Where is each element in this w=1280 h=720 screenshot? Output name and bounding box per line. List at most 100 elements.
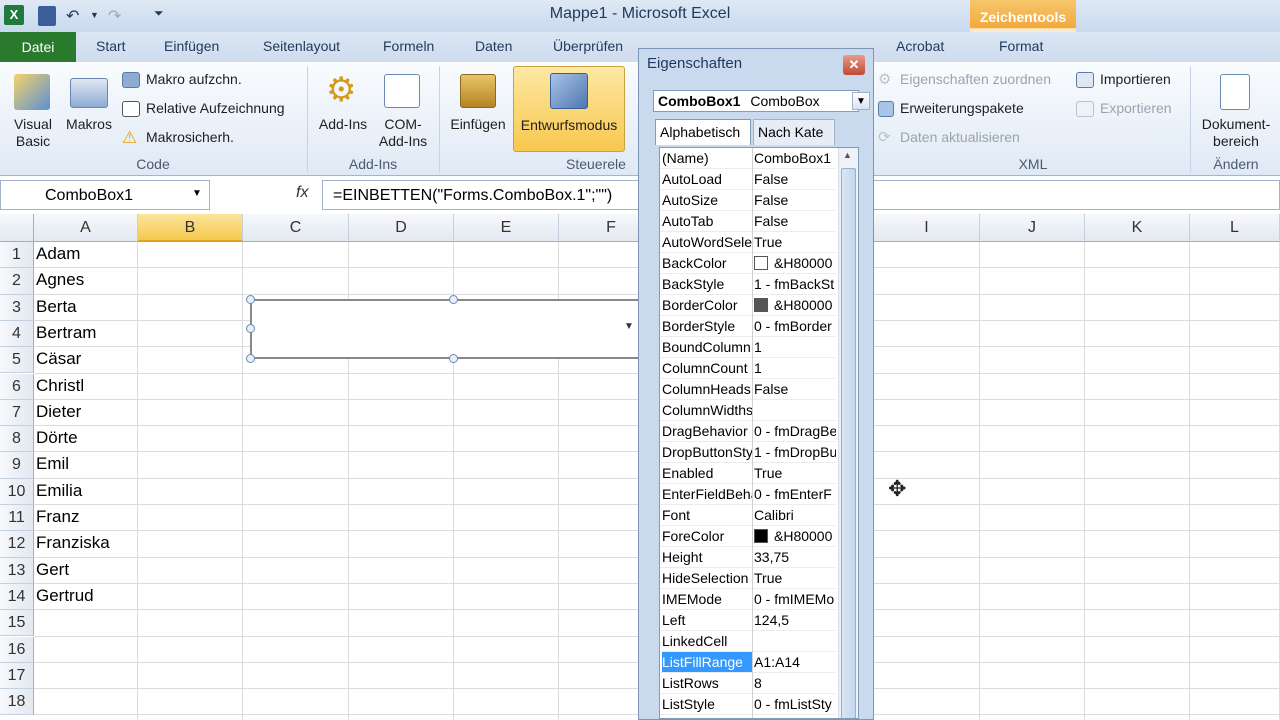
- property-value-cell[interactable]: 0 - fmBorder: [754, 316, 836, 336]
- design-mode-button[interactable]: Entwurfsmodus: [513, 66, 625, 152]
- select-all-corner[interactable]: [0, 214, 34, 242]
- property-row[interactable]: ListFillRange A1:A14: [660, 652, 836, 673]
- row-header-13[interactable]: 13: [0, 557, 34, 584]
- column-header-d[interactable]: D: [349, 214, 454, 242]
- tab-data[interactable]: Daten: [475, 38, 512, 54]
- cell-a6[interactable]: Christl: [36, 373, 84, 399]
- property-row[interactable]: HideSelection True: [660, 568, 836, 589]
- row-header-16[interactable]: 16: [0, 636, 34, 663]
- tab-formulas[interactable]: Formeln: [383, 38, 434, 54]
- property-value-cell[interactable]: Calibri: [754, 505, 836, 525]
- com-addins-button[interactable]: COM-Add-Ins: [374, 70, 432, 154]
- combobox-dropdown-icon[interactable]: ▼: [624, 321, 634, 332]
- property-row[interactable]: AutoLoad False: [660, 169, 836, 190]
- property-row[interactable]: EnterFieldBeha 0 - fmEnterF: [660, 484, 836, 505]
- row-header-5[interactable]: 5: [0, 347, 34, 374]
- row-header-4[interactable]: 4: [0, 320, 34, 348]
- property-value-cell[interactable]: &H80000: [754, 253, 836, 273]
- record-macro-button[interactable]: Makro aufzchn.: [122, 70, 302, 92]
- cell-a9[interactable]: Emil: [36, 451, 69, 477]
- property-value-cell[interactable]: True: [754, 463, 836, 483]
- chevron-down-icon[interactable]: ▼: [852, 92, 870, 110]
- tab-insert[interactable]: Einfügen: [164, 38, 219, 54]
- properties-scrollbar[interactable]: ▲: [838, 148, 858, 718]
- property-value-cell[interactable]: 33,75: [754, 547, 836, 567]
- row-header-3[interactable]: 3: [0, 294, 34, 321]
- resize-handle[interactable]: [449, 295, 458, 304]
- tab-page-layout[interactable]: Seitenlayout: [263, 38, 340, 54]
- column-header-e[interactable]: E: [454, 214, 559, 242]
- row-header-10[interactable]: 10: [0, 478, 34, 505]
- property-row[interactable]: DragBehavior 0 - fmDragBe: [660, 421, 836, 442]
- property-row[interactable]: ColumnHeads False: [660, 379, 836, 400]
- property-row[interactable]: AutoWordSele True: [660, 232, 836, 253]
- row-header-7[interactable]: 7: [0, 399, 34, 427]
- property-row[interactable]: BackStyle 1 - fmBackSt: [660, 274, 836, 295]
- row-header-8[interactable]: 8: [0, 426, 34, 453]
- property-row[interactable]: AutoSize False: [660, 190, 836, 211]
- property-value-cell[interactable]: 8: [754, 673, 836, 693]
- property-row[interactable]: ColumnCount 1: [660, 358, 836, 379]
- tab-start[interactable]: Start: [96, 38, 126, 54]
- row-header-12[interactable]: 12: [0, 531, 34, 558]
- properties-window[interactable]: Eigenschaften ✕ ComboBox1 ComboBox ▼ Alp…: [638, 48, 874, 720]
- tab-categorized[interactable]: Nach Kate: [753, 119, 835, 145]
- column-header-b[interactable]: B: [138, 214, 243, 242]
- tab-format[interactable]: Format: [999, 38, 1043, 54]
- addins-button[interactable]: ⚙ Add-Ins: [314, 70, 372, 140]
- property-row[interactable]: BackColor &H80000: [660, 253, 836, 274]
- property-value-cell[interactable]: &H80000: [754, 526, 836, 546]
- cell-a2[interactable]: Agnes: [36, 267, 84, 293]
- cell-a13[interactable]: Gert: [36, 557, 69, 583]
- macro-security-button[interactable]: ⚠ Makrosicherh.: [122, 128, 302, 150]
- property-value-cell[interactable]: False: [754, 169, 836, 189]
- tab-file[interactable]: Datei: [0, 32, 76, 62]
- row-header-6[interactable]: 6: [0, 373, 34, 400]
- property-value-cell[interactable]: 1: [754, 337, 836, 357]
- visual-basic-button[interactable]: Visual Basic: [8, 70, 58, 154]
- cell-a14[interactable]: Gertrud: [36, 583, 94, 609]
- property-value-cell[interactable]: 1 - fmBackSt: [754, 274, 836, 294]
- cell-a10[interactable]: Emilia: [36, 478, 82, 504]
- row-header-2[interactable]: 2: [0, 268, 34, 295]
- row-header-15[interactable]: 15: [0, 610, 34, 637]
- property-value-cell[interactable]: 0 - fmDragBe: [754, 421, 836, 441]
- resize-handle[interactable]: [246, 324, 255, 333]
- cell-a4[interactable]: Bertram: [36, 320, 96, 346]
- property-row[interactable]: DropButtonSty 1 - fmDropBu: [660, 442, 836, 463]
- property-value-cell[interactable]: &H80000: [754, 295, 836, 315]
- cell-a12[interactable]: Franziska: [36, 530, 110, 556]
- cell-a7[interactable]: Dieter: [36, 399, 81, 425]
- property-row[interactable]: ForeColor &H80000: [660, 526, 836, 547]
- property-row[interactable]: Height 33,75: [660, 547, 836, 568]
- row-header-14[interactable]: 14: [0, 583, 34, 611]
- property-value-cell[interactable]: 0 - fmListSty: [754, 694, 836, 714]
- row-header-18[interactable]: 18: [0, 689, 34, 716]
- resize-handle[interactable]: [449, 354, 458, 363]
- scrollbar-thumb[interactable]: [841, 168, 856, 718]
- property-row[interactable]: LinkedCell: [660, 631, 836, 652]
- property-value-cell[interactable]: 0 - fmEnterF: [754, 484, 836, 504]
- row-header-9[interactable]: 9: [0, 452, 34, 479]
- property-value-cell[interactable]: ComboBox1: [754, 148, 836, 168]
- combobox-control[interactable]: ▼: [250, 299, 640, 359]
- column-header-k[interactable]: K: [1085, 214, 1190, 242]
- column-header-a[interactable]: A: [34, 214, 138, 242]
- properties-list[interactable]: (Name) ComboBox1 AutoLoad False AutoSize Fals…: [659, 147, 859, 719]
- property-row[interactable]: ListStyle 0 - fmListSty: [660, 694, 836, 715]
- close-icon[interactable]: ✕: [843, 55, 865, 75]
- property-row[interactable]: Left 124,5: [660, 610, 836, 631]
- property-value-cell[interactable]: True: [754, 568, 836, 588]
- property-value-cell[interactable]: False: [754, 379, 836, 399]
- document-panel-button[interactable]: Dokument-bereich: [1194, 70, 1278, 154]
- column-header-l[interactable]: L: [1190, 214, 1280, 242]
- property-value-cell[interactable]: False: [754, 211, 836, 231]
- tab-acrobat[interactable]: Acrobat: [896, 38, 944, 54]
- property-row[interactable]: BorderColor &H80000: [660, 295, 836, 316]
- property-value-cell[interactable]: A1:A14: [754, 652, 836, 672]
- property-row[interactable]: BoundColumn 1: [660, 337, 836, 358]
- property-value-cell[interactable]: 124,5: [754, 610, 836, 630]
- cell-a1[interactable]: Adam: [36, 241, 80, 267]
- property-value-cell[interactable]: 1: [754, 358, 836, 378]
- column-divider[interactable]: [752, 148, 753, 718]
